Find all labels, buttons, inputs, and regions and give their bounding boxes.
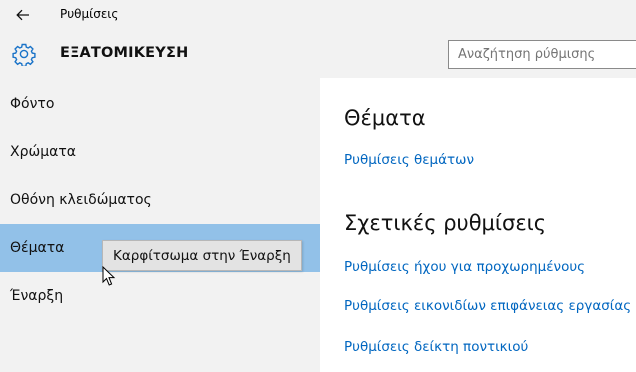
main-content: Θέματα Ρυθμίσεις θεμάτων Σχετικές ρυθμίσ…	[320, 78, 636, 372]
search-input[interactable]	[448, 40, 636, 69]
section-title: ΕΞΑΤΟΜΙΚΕΥΣΗ	[60, 45, 189, 61]
theme-settings-link[interactable]: Ρυθμίσεις θεμάτων	[344, 152, 474, 168]
related-settings-heading: Σχετικές ρυθμίσεις	[344, 211, 547, 235]
sidebar-item-label: Οθόνη κλειδώματος	[10, 192, 152, 208]
mouse-cursor-icon	[102, 266, 116, 286]
back-button[interactable]	[10, 5, 36, 25]
mouse-pointer-settings-link[interactable]: Ρυθμίσεις δείκτη ποντικιού	[344, 339, 528, 355]
themes-heading: Θέματα	[344, 106, 426, 130]
sidebar-item-label: Φόντο	[10, 96, 55, 112]
sidebar-item-lock-screen[interactable]: Οθόνη κλειδώματος	[0, 176, 320, 224]
pin-to-start-tooltip[interactable]: Καρφίτσωμα στην Έναρξη	[102, 240, 302, 271]
page-header: ΕΞΑΤΟΜΙΚΕΥΣΗ	[0, 30, 636, 78]
sidebar: Φόντο Χρώματα Οθόνη κλειδώματος Θέματα Έ…	[0, 78, 320, 372]
desktop-icon-settings-link[interactable]: Ρυθμίσεις εικονιδίων επιφάνειας εργασίας	[344, 298, 631, 314]
sidebar-item-label: Χρώματα	[10, 144, 76, 160]
sidebar-item-colors[interactable]: Χρώματα	[0, 128, 320, 176]
back-arrow-icon	[16, 9, 29, 21]
sidebar-item-label: Θέματα	[10, 240, 65, 256]
gear-icon	[12, 43, 36, 66]
sidebar-item-start[interactable]: Έναρξη	[0, 272, 320, 320]
window-title: Ρυθμίσεις	[60, 7, 119, 21]
advanced-sound-settings-link[interactable]: Ρυθμίσεις ήχου για προχωρημένους	[344, 259, 585, 275]
tooltip-text: Καρφίτσωμα στην Έναρξη	[113, 247, 291, 264]
title-bar: Ρυθμίσεις	[0, 0, 636, 30]
sidebar-item-label: Έναρξη	[10, 288, 64, 304]
sidebar-item-background[interactable]: Φόντο	[0, 80, 320, 128]
